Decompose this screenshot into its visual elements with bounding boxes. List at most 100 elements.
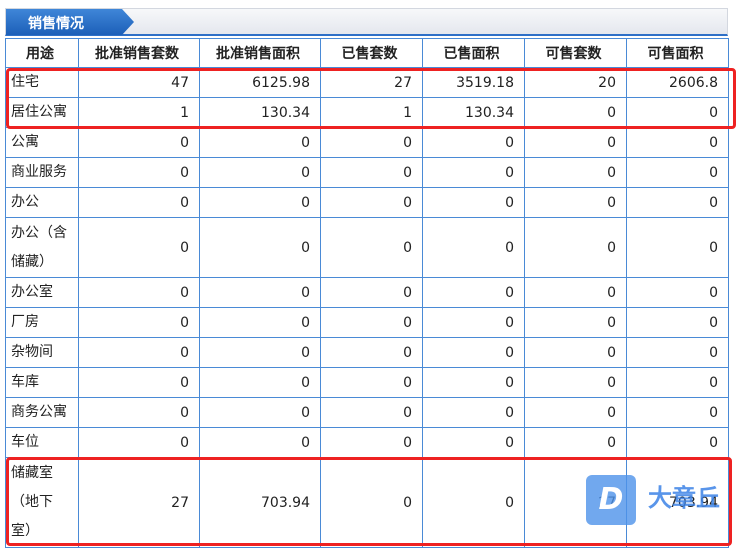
value-cell: 0	[422, 217, 525, 278]
value-cell: 0	[422, 397, 525, 428]
value-cell: 0	[320, 427, 423, 458]
value-cell: 47	[78, 67, 200, 98]
value-cell: 0	[524, 397, 627, 428]
value-cell: 1	[78, 97, 200, 128]
table-row: 杂物间 0 0 0 0 0 0	[5, 337, 729, 368]
column-header: 已售套数	[320, 38, 423, 68]
value-cell: 0	[199, 307, 321, 338]
value-cell: 0	[199, 277, 321, 308]
value-cell: 0	[320, 157, 423, 188]
value-cell: 0	[626, 277, 729, 308]
value-cell: 27	[320, 67, 423, 98]
value-cell: 0	[320, 337, 423, 368]
value-cell: 0	[199, 127, 321, 158]
value-cell: 0	[320, 307, 423, 338]
column-header: 批准销售套数	[78, 38, 200, 68]
usage-cell: 储藏室（地下室）	[5, 457, 79, 548]
value-cell: 0	[78, 367, 200, 398]
value-cell: 0	[422, 367, 525, 398]
value-cell: 0	[524, 127, 627, 158]
table-row: 办公室 0 0 0 0 0 0	[5, 277, 729, 308]
table-row: 厂房 0 0 0 0 0 0	[5, 307, 729, 338]
value-cell: 0	[320, 367, 423, 398]
value-cell: 1	[320, 97, 423, 128]
usage-cell: 车位	[5, 427, 79, 458]
value-cell: 0	[524, 157, 627, 188]
value-cell: 130.34	[422, 97, 525, 128]
value-cell: 130.34	[199, 97, 321, 128]
value-cell: 0	[78, 337, 200, 368]
table-row: 商务公寓 0 0 0 0 0 0	[5, 397, 729, 428]
column-header: 批准销售面积	[199, 38, 321, 68]
value-cell: 0	[422, 427, 525, 458]
value-cell: 0	[78, 277, 200, 308]
value-cell: 0	[320, 217, 423, 278]
value-cell: 0	[626, 337, 729, 368]
value-cell: 0	[320, 277, 423, 308]
value-cell: 0	[422, 277, 525, 308]
table-row: 办公（含储藏） 0 0 0 0 0 0	[5, 217, 729, 278]
value-cell: 0	[199, 217, 321, 278]
value-cell: 0	[199, 397, 321, 428]
value-cell: 0	[524, 187, 627, 218]
value-cell: 3519.18	[422, 67, 525, 98]
value-cell: 27	[78, 457, 200, 548]
usage-cell: 办公室	[5, 277, 79, 308]
column-header: 用途	[5, 38, 79, 68]
value-cell: 0	[422, 337, 525, 368]
panel-header: 销售情况	[5, 8, 728, 36]
value-cell: 0	[199, 187, 321, 218]
column-header: 可售套数	[524, 38, 627, 68]
sales-table: 用途 批准销售套数 批准销售面积 已售套数 已售面积 可售套数 可售面积 住宅 47 6125.…	[5, 38, 729, 548]
value-cell: 0	[78, 157, 200, 188]
watermark-text: 大章丘	[648, 484, 720, 512]
value-cell: 0	[524, 97, 627, 128]
usage-cell: 办公	[5, 187, 79, 218]
value-cell: 0	[524, 367, 627, 398]
value-cell: 0	[626, 397, 729, 428]
table-row: 居住公寓 1 130.34 1 130.34 0 0	[5, 97, 729, 128]
value-cell: 0	[78, 217, 200, 278]
usage-cell: 居住公寓	[5, 97, 79, 128]
value-cell: 2606.8	[626, 67, 729, 98]
header-row: 用途 批准销售套数 批准销售面积 已售套数 已售面积 可售套数 可售面积	[5, 38, 729, 68]
usage-cell: 商业服务	[5, 157, 79, 188]
value-cell: 0	[422, 187, 525, 218]
panel-title: 销售情况	[28, 16, 84, 32]
table-row: 车库 0 0 0 0 0 0	[5, 367, 729, 398]
value-cell: 0	[524, 337, 627, 368]
table-row: 车位 0 0 0 0 0 0	[5, 427, 729, 458]
value-cell: 0	[524, 307, 627, 338]
usage-cell: 住宅	[5, 67, 79, 98]
value-cell: 20	[524, 67, 627, 98]
table-row: 办公 0 0 0 0 0 0	[5, 187, 729, 218]
usage-cell: 公寓	[5, 127, 79, 158]
column-header: 可售面积	[626, 38, 729, 68]
value-cell: 0	[199, 337, 321, 368]
value-cell: 0	[199, 367, 321, 398]
value-cell: 6125.98	[199, 67, 321, 98]
value-cell: 0	[78, 187, 200, 218]
usage-cell: 厂房	[5, 307, 79, 338]
value-cell: 0	[320, 187, 423, 218]
usage-cell: 车库	[5, 367, 79, 398]
value-cell: 0	[626, 217, 729, 278]
usage-cell: 商务公寓	[5, 397, 79, 428]
value-cell: 0	[199, 427, 321, 458]
value-cell: 703.94	[199, 457, 321, 548]
table-row: 商业服务 0 0 0 0 0 0	[5, 157, 729, 188]
value-cell: 0	[320, 457, 423, 548]
value-cell: 0	[524, 427, 627, 458]
value-cell: 0	[199, 157, 321, 188]
value-cell: 0	[626, 157, 729, 188]
value-cell: 0	[626, 97, 729, 128]
value-cell: 0	[626, 307, 729, 338]
usage-cell: 杂物间	[5, 337, 79, 368]
panel-tab[interactable]: 销售情况	[6, 9, 134, 35]
column-header: 已售面积	[422, 38, 525, 68]
table-row: 住宅 47 6125.98 27 3519.18 20 2606.8	[5, 67, 729, 98]
value-cell: 0	[422, 457, 525, 548]
value-cell: 0	[422, 307, 525, 338]
value-cell: 0	[320, 127, 423, 158]
value-cell: 0	[78, 127, 200, 158]
